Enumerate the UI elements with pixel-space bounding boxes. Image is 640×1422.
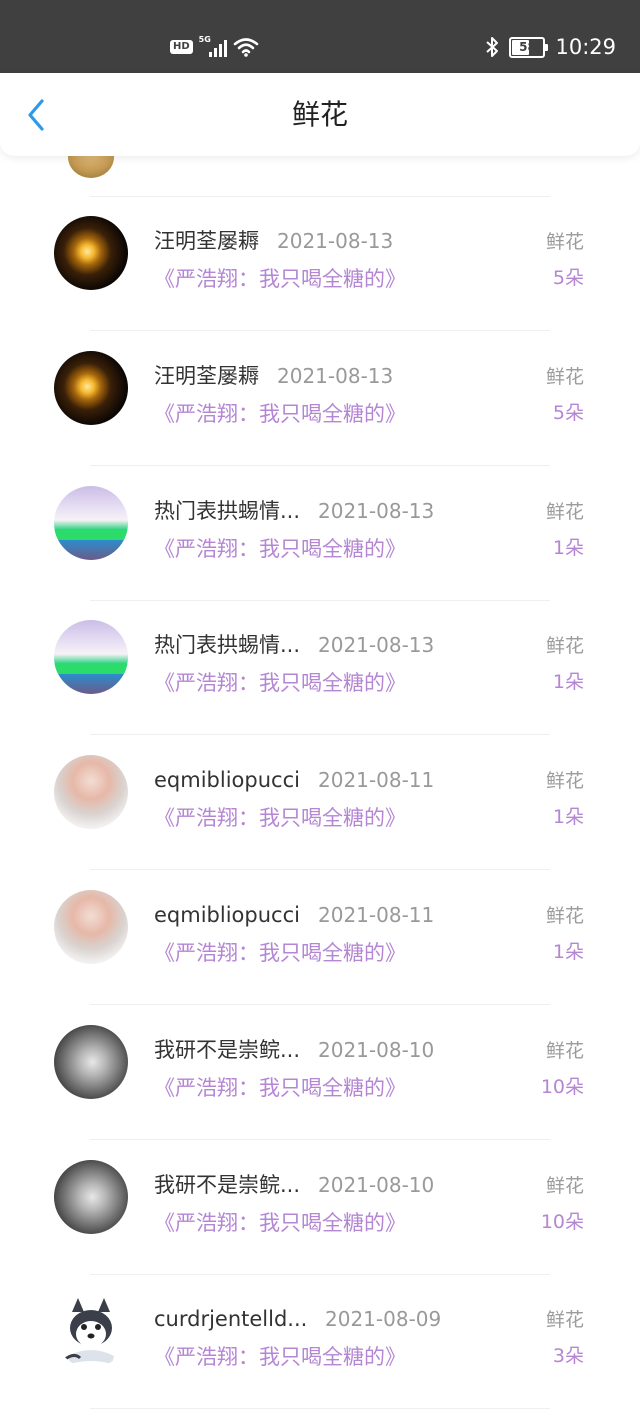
gift-type-label: 鲜花 xyxy=(545,231,584,253)
gift-type-label: 鲜花 xyxy=(545,1040,584,1062)
list-item[interactable]: 我研不是崇鲩... 2021-08-10 《严浩翔：我只喝全糖的》 鲜花 10朵 xyxy=(0,1005,640,1139)
gift-type-label: 鲜花 xyxy=(545,635,584,657)
list-item-partial[interactable] xyxy=(0,156,640,196)
list-item[interactable]: eqmibliopucci 2021-08-11 《严浩翔：我只喝全糖的》 鲜花 1朵 xyxy=(0,735,640,869)
app-header: 鲜花 xyxy=(0,73,640,156)
work-title-link[interactable]: 《严浩翔：我只喝全糖的》 xyxy=(154,1343,406,1371)
work-title-link[interactable]: 《严浩翔：我只喝全糖的》 xyxy=(154,1209,406,1237)
gift-type-label: 鲜花 xyxy=(545,366,584,388)
work-title-link[interactable]: 《严浩翔：我只喝全糖的》 xyxy=(154,535,406,563)
gift-date: 2021-08-09 xyxy=(325,1307,442,1331)
hd-badge: HD xyxy=(170,40,193,54)
kid-avatar[interactable] xyxy=(54,755,128,829)
user-name: curdrjentelld... xyxy=(154,1307,308,1331)
wifi-icon xyxy=(233,37,259,57)
gift-date: 2021-08-11 xyxy=(318,768,435,792)
gift-count: 1朵 xyxy=(552,537,584,559)
user-name: 我研不是崇鲩... xyxy=(154,1173,301,1197)
gift-date: 2021-08-13 xyxy=(318,499,435,523)
list-item[interactable]: eqmibliopucci 2021-08-11 《严浩翔：我只喝全糖的》 鲜花 1朵 xyxy=(0,870,640,1004)
girl-avatar[interactable] xyxy=(54,486,128,560)
work-title-link[interactable]: 《严浩翔：我只喝全糖的》 xyxy=(154,804,406,832)
user-name: 热门表拱蜴情... xyxy=(154,633,301,657)
list-item[interactable]: 热门表拱蜴情... 2021-08-13 《严浩翔：我只喝全糖的》 鲜花 1朵 xyxy=(0,600,640,734)
gift-count: 5朵 xyxy=(552,267,584,289)
network-indicators: HD 5G xyxy=(170,35,259,59)
husky-avatar[interactable] xyxy=(54,1294,128,1368)
work-title-link[interactable]: 《严浩翔：我只喝全糖的》 xyxy=(154,669,406,697)
gift-type-label: 鲜花 xyxy=(545,770,584,792)
gift-date: 2021-08-13 xyxy=(318,633,435,657)
work-title-link[interactable]: 《严浩翔：我只喝全糖的》 xyxy=(154,1074,406,1102)
user-name: 汪明荃屡耨 xyxy=(154,229,259,253)
status-bar: HD 5G 58 10:29 xyxy=(0,0,640,73)
gift-date: 2021-08-10 xyxy=(318,1038,435,1062)
user-name: eqmibliopucci xyxy=(154,768,300,792)
gift-count: 10朵 xyxy=(540,1076,584,1098)
list-item[interactable]: 汪明荃屡耨 2021-08-13 《严浩翔：我只喝全糖的》 鲜花 5朵 xyxy=(0,331,640,465)
clock: 10:29 xyxy=(555,35,616,59)
lamp-avatar[interactable] xyxy=(54,216,128,290)
gift-count: 1朵 xyxy=(552,671,584,693)
lamp-avatar[interactable] xyxy=(54,351,128,425)
bw-child-avatar[interactable] xyxy=(54,1025,128,1099)
system-indicators: 58 10:29 xyxy=(485,33,616,61)
gift-count: 1朵 xyxy=(552,941,584,963)
bw-child-avatar[interactable] xyxy=(54,1160,128,1234)
gift-date: 2021-08-10 xyxy=(318,1173,435,1197)
gift-date: 2021-08-13 xyxy=(277,229,394,253)
gift-count: 3朵 xyxy=(552,1345,584,1367)
cellular-signal-icon: 5G xyxy=(199,35,227,57)
user-name: 我研不是崇鲩... xyxy=(154,1038,301,1062)
battery-icon: 58 xyxy=(509,36,549,58)
girl-avatar[interactable] xyxy=(54,620,128,694)
work-title-link[interactable]: 《严浩翔：我只喝全糖的》 xyxy=(154,939,406,967)
list-item[interactable]: 汪明荃屡耨 2021-08-13 《严浩翔：我只喝全糖的》 鲜花 5朵 xyxy=(0,196,640,330)
gift-count: 1朵 xyxy=(552,806,584,828)
page-title: 鲜花 xyxy=(291,98,348,131)
avatar xyxy=(68,156,114,178)
work-title-link[interactable]: 《严浩翔：我只喝全糖的》 xyxy=(154,400,406,428)
gift-type-label: 鲜花 xyxy=(545,1175,584,1197)
gift-record-list[interactable]: 汪明荃屡耨 2021-08-13 《严浩翔：我只喝全糖的》 鲜花 5朵 汪明荃屡耨 2021… xyxy=(0,156,640,1422)
gift-date: 2021-08-11 xyxy=(318,903,435,927)
battery-percent: 58 xyxy=(519,39,536,54)
gift-type-label: 鲜花 xyxy=(545,501,584,523)
gift-count: 5朵 xyxy=(552,402,584,424)
work-title-link[interactable]: 《严浩翔：我只喝全糖的》 xyxy=(154,265,406,293)
user-name: 热门表拱蜴情... xyxy=(154,499,301,523)
list-item[interactable]: curdrjentelld... 2021-08-09 《严浩翔：我只喝全糖的》 鲜花… xyxy=(0,1274,640,1408)
user-name: eqmibliopucci xyxy=(154,903,300,927)
gift-type-label: 鲜花 xyxy=(545,905,584,927)
kid-avatar[interactable] xyxy=(54,890,128,964)
divider xyxy=(90,1408,550,1409)
gift-count: 10朵 xyxy=(540,1211,584,1233)
list-item[interactable]: 热门表拱蜴情... 2021-08-13 《严浩翔：我只喝全糖的》 鲜花 1朵 xyxy=(0,466,640,600)
bluetooth-icon xyxy=(485,36,499,58)
user-name: 汪明荃屡耨 xyxy=(154,364,259,388)
gift-type-label: 鲜花 xyxy=(545,1309,584,1331)
list-item[interactable]: 我研不是崇鲩... 2021-08-10 《严浩翔：我只喝全糖的》 鲜花 10朵 xyxy=(0,1140,640,1274)
gift-date: 2021-08-13 xyxy=(277,364,394,388)
